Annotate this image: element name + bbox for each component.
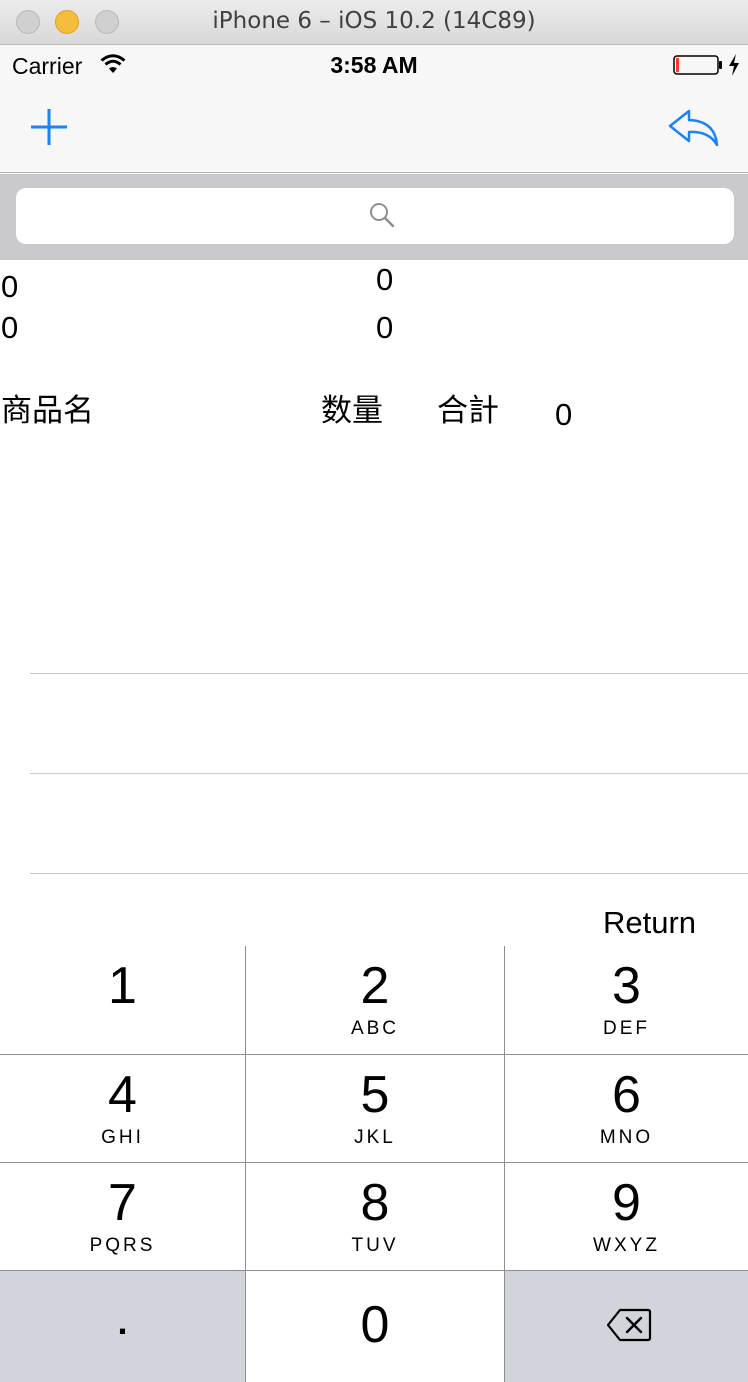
key-4[interactable]: 4 GHI — [0, 1055, 245, 1162]
summary-value-r1-right: 0 — [376, 262, 394, 297]
status-bar: Carrier 3:58 AM — [0, 45, 748, 85]
navigation-bar — [0, 85, 748, 173]
plus-icon[interactable] — [26, 105, 72, 151]
key-delete[interactable] — [505, 1271, 748, 1382]
charging-bolt-icon — [729, 54, 739, 76]
header-quantity: 数量 — [321, 393, 383, 429]
simulator-title-bar: iPhone 6 – iOS 10.2 (14C89) — [0, 0, 748, 45]
keypad-divider — [245, 946, 246, 1382]
key-1[interactable]: 1 — [0, 946, 245, 1054]
key-5[interactable]: 5 JKL — [246, 1055, 504, 1162]
delete-backspace-icon — [606, 1308, 652, 1342]
return-button[interactable]: Return — [603, 905, 696, 941]
keypad-divider — [0, 1054, 748, 1055]
summary-value-r2-left: 0 — [1, 310, 19, 345]
search-input[interactable] — [16, 188, 734, 244]
battery-icon — [673, 55, 722, 75]
key-9[interactable]: 9 WXYZ — [505, 1163, 748, 1270]
key-8[interactable]: 8 TUV — [246, 1163, 504, 1270]
number-pad: 1 2 ABC 3 DEF 4 GHI 5 JKL 6 MNO 7 PQRS 8… — [0, 946, 748, 1382]
header-product-name: 商品名 — [1, 393, 94, 429]
key-6[interactable]: 6 MNO — [505, 1055, 748, 1162]
header-total-label: 合計 — [437, 393, 499, 429]
summary-value-r1-left: 0 — [1, 269, 19, 304]
summary-value-r2-right: 0 — [376, 310, 394, 345]
key-2[interactable]: 2 ABC — [246, 946, 504, 1054]
key-3[interactable]: 3 DEF — [505, 946, 748, 1054]
window-title: iPhone 6 – iOS 10.2 (14C89) — [212, 8, 536, 34]
keypad-divider — [0, 1162, 748, 1163]
table-row-separator — [30, 773, 748, 774]
search-icon — [370, 203, 395, 228]
keyboard-accessory-bar: Return — [0, 875, 748, 947]
search-bar — [0, 174, 748, 260]
key-7[interactable]: 7 PQRS — [0, 1163, 245, 1270]
key-0[interactable]: 0 — [246, 1271, 504, 1382]
keypad-divider — [0, 1270, 748, 1271]
status-time: 3:58 AM — [330, 52, 418, 78]
key-decimal-point[interactable]: . — [0, 1271, 245, 1382]
table-row-separator — [30, 673, 748, 674]
header-total-value: 0 — [555, 397, 573, 432]
keypad-divider — [504, 946, 505, 1382]
reply-arrow-icon[interactable] — [665, 105, 723, 151]
table-row-separator — [30, 873, 748, 874]
